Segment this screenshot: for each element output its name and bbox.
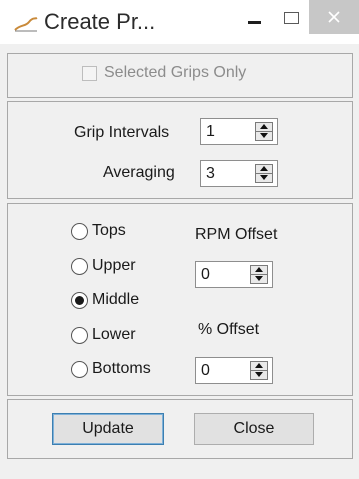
intervals-group: Grip Intervals 1 Averaging 3: [7, 101, 353, 199]
rpm-offset-spin-buttons[interactable]: [250, 265, 268, 284]
rpm-offset-spinner[interactable]: 0: [195, 261, 273, 288]
spin-down-icon[interactable]: [251, 275, 267, 283]
averaging-value: 3: [206, 165, 215, 182]
radio-upper[interactable]: [71, 258, 88, 275]
update-button[interactable]: Update: [52, 413, 164, 445]
radio-label-lower: Lower: [92, 326, 136, 343]
rpm-offset-label: RPM Offset: [195, 226, 278, 243]
radio-label-bottoms: Bottoms: [92, 360, 151, 377]
spin-up-icon[interactable]: [251, 362, 267, 371]
minimize-button[interactable]: [236, 2, 276, 38]
rpm-offset-value: 0: [201, 266, 210, 283]
spin-down-icon[interactable]: [256, 174, 272, 182]
selected-grips-only-label: Selected Grips Only: [104, 64, 247, 81]
spin-down-icon[interactable]: [251, 371, 267, 379]
radio-label-upper: Upper: [92, 257, 136, 274]
close-icon: [328, 11, 340, 23]
chart-line-icon: [14, 17, 38, 32]
radio-lower[interactable]: [71, 327, 88, 344]
selected-grips-only-checkbox[interactable]: [82, 66, 97, 81]
percent-offset-spinner[interactable]: 0: [195, 357, 273, 384]
spin-up-icon[interactable]: [256, 123, 272, 132]
create-profile-dialog: Create Pr... Selected Grips Only Grip In…: [0, 0, 359, 479]
spin-down-icon[interactable]: [256, 132, 272, 140]
close-button[interactable]: Close: [194, 413, 314, 445]
radio-tops[interactable]: [71, 223, 88, 240]
percent-offset-value: 0: [201, 362, 210, 379]
grip-intervals-value: 1: [206, 123, 215, 140]
window-title: Create Pr...: [44, 9, 156, 34]
percent-offset-label: % Offset: [198, 321, 260, 338]
radio-middle[interactable]: [71, 292, 88, 309]
position-group: Tops Upper Middle Lower Bottoms RPM Offs…: [7, 203, 353, 396]
grip-intervals-spin-buttons[interactable]: [255, 122, 273, 141]
spin-up-icon[interactable]: [251, 266, 267, 275]
maximize-button[interactable]: [278, 2, 308, 38]
grip-intervals-spinner[interactable]: 1: [200, 118, 278, 145]
percent-offset-spin-buttons[interactable]: [250, 361, 268, 380]
radio-label-tops: Tops: [92, 222, 126, 239]
averaging-label: Averaging: [103, 164, 175, 181]
title-bar[interactable]: Create Pr...: [0, 0, 359, 44]
grip-intervals-label: Grip Intervals: [74, 124, 170, 141]
spin-up-icon[interactable]: [256, 165, 272, 174]
averaging-spin-buttons[interactable]: [255, 164, 273, 183]
radio-label-middle: Middle: [92, 291, 140, 308]
selection-group: Selected Grips Only: [7, 53, 353, 98]
averaging-spinner[interactable]: 3: [200, 160, 278, 187]
actions-group: Update Close: [7, 399, 353, 459]
radio-bottoms[interactable]: [71, 361, 88, 378]
close-window-button[interactable]: [309, 0, 359, 34]
